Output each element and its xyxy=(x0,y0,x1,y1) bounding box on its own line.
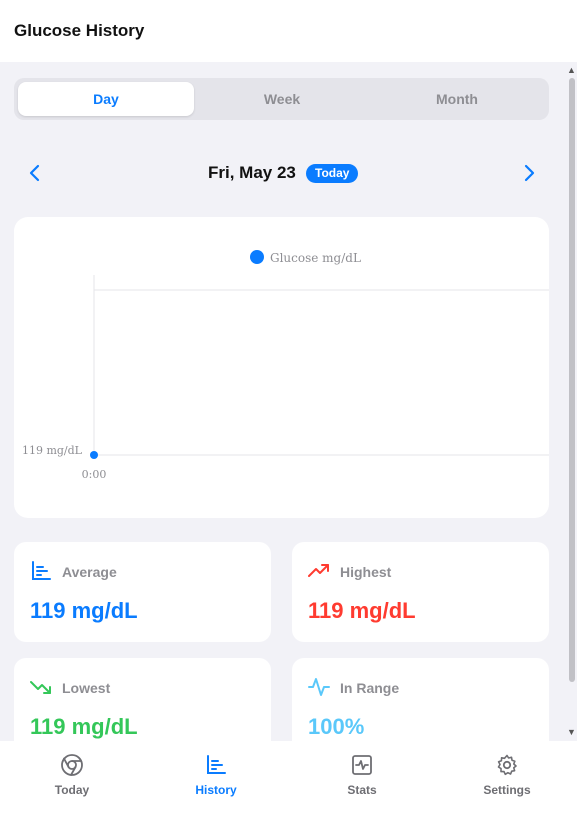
in-range-card: In Range 100% xyxy=(292,658,549,741)
in-range-label: In Range xyxy=(340,680,400,696)
chevron-left-icon[interactable] xyxy=(24,162,46,184)
scrollbar-thumb[interactable] xyxy=(569,78,575,682)
data-point xyxy=(90,451,98,459)
tab-history-label: History xyxy=(195,783,237,797)
tab-history[interactable]: History xyxy=(144,753,288,803)
in-range-value: 100% xyxy=(308,714,365,739)
tab-stats-label: Stats xyxy=(347,783,377,797)
lowest-value: 119 mg/dL xyxy=(30,714,138,739)
today-badge: Today xyxy=(306,164,359,183)
trending-up-icon xyxy=(308,564,329,577)
gear-icon xyxy=(497,754,517,776)
scroll-up-arrow-icon[interactable]: ▲ xyxy=(566,64,577,76)
x-tick-label: 0:00 xyxy=(82,468,107,481)
scroll-content[interactable]: Day Week Month Fri, May 23 Today Glucose… xyxy=(0,62,565,741)
legend-label: Glucose mg/dL xyxy=(270,251,361,265)
pulse-icon xyxy=(308,678,330,696)
highest-card: Highest 119 mg/dL xyxy=(292,542,549,642)
tab-settings-label: Settings xyxy=(483,783,531,797)
segment-month[interactable]: Month xyxy=(369,82,545,116)
glucose-chart-card: Glucose mg/dL 119 mg/dL 0:00 xyxy=(14,217,549,518)
average-value: 119 mg/dL xyxy=(30,598,138,623)
average-card: Average 119 mg/dL xyxy=(14,542,271,642)
bottom-tab-bar: Today History Stats Settings xyxy=(0,741,577,826)
segment-week[interactable]: Week xyxy=(194,82,370,116)
tab-today[interactable]: Today xyxy=(0,753,144,803)
bar-chart-icon xyxy=(32,561,51,580)
glucose-chart: Glucose mg/dL 119 mg/dL 0:00 xyxy=(22,250,549,481)
tab-settings[interactable]: Settings xyxy=(435,753,577,803)
range-segmented-control: Day Week Month xyxy=(14,78,549,120)
vertical-scrollbar[interactable]: ▲ ▼ xyxy=(566,62,577,741)
highest-value: 119 mg/dL xyxy=(308,598,416,623)
segment-day[interactable]: Day xyxy=(18,82,194,116)
trending-down-icon xyxy=(30,681,51,694)
chrome-icon xyxy=(61,754,83,776)
highest-label: Highest xyxy=(340,564,392,580)
tab-today-label: Today xyxy=(54,783,90,797)
page-title: Glucose History xyxy=(14,21,145,40)
legend-swatch xyxy=(250,250,264,264)
tab-stats[interactable]: Stats xyxy=(290,753,434,803)
chevron-right-icon[interactable] xyxy=(518,162,540,184)
y-tick-label: 119 mg/dL xyxy=(22,444,83,457)
activity-square-icon xyxy=(352,755,372,775)
average-label: Average xyxy=(62,564,117,580)
lowest-label: Lowest xyxy=(62,680,111,696)
header: Glucose History xyxy=(0,0,577,62)
scroll-down-arrow-icon[interactable]: ▼ xyxy=(566,726,577,738)
lowest-card: Lowest 119 mg/dL xyxy=(14,658,271,741)
date-navigator: Fri, May 23 Today xyxy=(14,158,549,188)
bar-chart-icon xyxy=(207,755,226,774)
current-date: Fri, May 23 xyxy=(208,163,296,182)
